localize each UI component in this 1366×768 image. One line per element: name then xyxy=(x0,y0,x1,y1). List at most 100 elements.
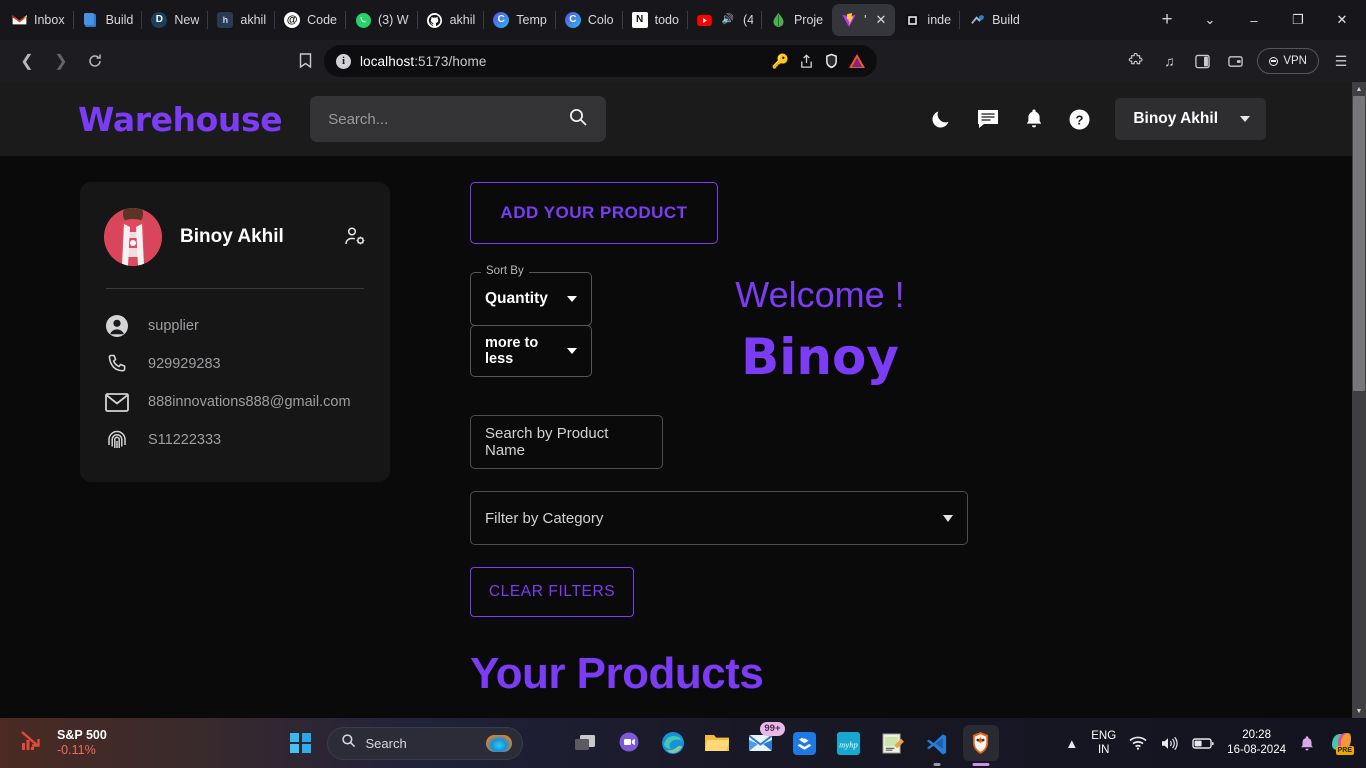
copilot-icon[interactable]: PRE xyxy=(1328,731,1354,755)
browser-tab[interactable]: @ Code xyxy=(275,4,346,36)
search-icon[interactable] xyxy=(568,107,588,132)
browser-tab[interactable]: Inbox xyxy=(2,4,74,36)
brave-icon[interactable] xyxy=(963,725,999,761)
site-info-icon[interactable]: i xyxy=(336,54,351,69)
app-header: Warehouse Search... xyxy=(0,82,1352,156)
url-text: localhost:5173/home xyxy=(360,54,487,69)
app-header-actions: ? Binoy Akhil xyxy=(930,98,1352,140)
edge-icon[interactable] xyxy=(655,725,691,761)
stock-change: -0.11% xyxy=(57,743,107,758)
page-scrollbar[interactable]: ▲ ▼ xyxy=(1352,82,1366,718)
maximize-button[interactable]: ❐ xyxy=(1276,1,1320,39)
browser-tab[interactable]: C Temp xyxy=(484,4,556,36)
browser-tab[interactable]: 🔊 (4 xyxy=(688,4,762,36)
notifications-icon[interactable] xyxy=(1024,108,1044,130)
product-name-search-input[interactable]: Search by Product Name xyxy=(470,415,663,469)
browser-tab[interactable]: N todo xyxy=(623,4,688,36)
products-heading: Your Products xyxy=(470,649,990,699)
mail-badge: 99+ xyxy=(760,722,784,736)
brave-shields-icon[interactable] xyxy=(824,53,839,69)
browser-tab[interactable]: (3) W xyxy=(346,4,418,36)
music-icon[interactable]: ♫ xyxy=(1154,46,1184,76)
myhp-icon[interactable]: myhp xyxy=(831,725,867,761)
share-icon[interactable] xyxy=(799,54,814,69)
copilot-pre-badge: PRE xyxy=(1336,746,1354,755)
volume-icon[interactable] xyxy=(1160,736,1179,751)
show-hidden-icons-icon[interactable]: ▲ xyxy=(1065,736,1078,751)
sidebar-icon[interactable] xyxy=(1187,46,1217,76)
file-explorer-icon[interactable] xyxy=(699,725,735,761)
wifi-icon[interactable] xyxy=(1129,736,1147,750)
browser-tab[interactable]: C Colo xyxy=(556,4,623,36)
browser-tab[interactable]: Proje xyxy=(762,4,832,36)
taskbar-search-placeholder: Search xyxy=(366,736,407,751)
browser-tab-active[interactable]: ' ✕ xyxy=(832,4,895,36)
language-indicator[interactable]: ENG IN xyxy=(1091,729,1116,757)
scroll-up-arrow-icon[interactable]: ▲ xyxy=(1352,82,1366,96)
browser-tab[interactable]: D New xyxy=(142,4,208,36)
start-button-icon[interactable] xyxy=(290,733,311,754)
help-icon[interactable]: ? xyxy=(1068,108,1091,131)
language-line1: ENG xyxy=(1091,729,1116,743)
sort-order-value: more to less xyxy=(485,335,567,367)
tab-label: Build xyxy=(992,13,1020,27)
app-icon xyxy=(969,12,985,28)
clock[interactable]: 20:28 16-08-2024 xyxy=(1227,728,1286,758)
task-view-icon[interactable] xyxy=(567,725,603,761)
messages-icon[interactable] xyxy=(976,108,1000,130)
scroll-down-arrow-icon[interactable]: ▼ xyxy=(1352,704,1366,718)
close-window-button[interactable]: ✕ xyxy=(1320,1,1364,39)
profile-info-row: 888innovations888@gmail.com xyxy=(104,383,366,421)
dropbox-icon[interactable] xyxy=(787,725,823,761)
forward-icon[interactable]: ❯ xyxy=(44,44,78,78)
extensions-icon[interactable] xyxy=(1121,46,1151,76)
back-icon[interactable]: ❮ xyxy=(10,44,44,78)
wallet-icon[interactable] xyxy=(1220,46,1250,76)
vpn-button[interactable]: VPN xyxy=(1257,48,1319,74)
phone-icon xyxy=(104,353,130,375)
tab-label: akhil xyxy=(240,13,266,27)
edit-user-icon[interactable] xyxy=(344,226,366,248)
close-icon[interactable]: ✕ xyxy=(876,12,887,28)
clear-filters-button[interactable]: CLEAR FILTERS xyxy=(470,567,634,617)
sort-by-select[interactable]: Sort By Quantity xyxy=(470,272,592,326)
taskbar-search[interactable]: Search xyxy=(327,727,523,760)
sort-order-select[interactable]: more to less xyxy=(470,325,592,377)
reload-icon[interactable] xyxy=(78,44,112,78)
sort-by-legend: Sort By xyxy=(481,265,529,277)
notification-bell-icon[interactable] xyxy=(1299,735,1315,752)
welcome-text: Welcome ! xyxy=(650,274,990,316)
scrollbar-thumb[interactable] xyxy=(1353,96,1365,391)
category-filter-select[interactable]: Filter by Category xyxy=(470,491,968,545)
bat-token-icon[interactable] xyxy=(849,54,865,68)
browser-tab[interactable]: Build xyxy=(74,4,143,36)
vscode-icon[interactable] xyxy=(919,725,955,761)
add-product-button[interactable]: ADD YOUR PRODUCT xyxy=(470,182,718,244)
dark-mode-icon[interactable] xyxy=(930,108,952,130)
stocks-widget[interactable]: S&P 500 -0.11% xyxy=(0,728,290,758)
clock-time: 20:28 xyxy=(1227,728,1286,743)
mail-icon[interactable]: 99+ xyxy=(743,725,779,761)
browser-tab[interactable]: h akhil xyxy=(208,4,275,36)
main-content: ADD YOUR PRODUCT Sort By Quantity more t… xyxy=(470,182,990,718)
browser-toolbar: ❮ ❯ i localhost:5173/home 🔑 xyxy=(0,40,1366,82)
search-input[interactable]: Search... xyxy=(310,96,606,142)
person-icon xyxy=(104,314,130,338)
docs-icon xyxy=(83,12,99,28)
bookmark-icon[interactable] xyxy=(290,53,320,69)
screen: Inbox Build D New h akhil @ Code (3) W xyxy=(0,0,1366,768)
menu-icon[interactable]: ☰ xyxy=(1326,46,1356,76)
browser-tab[interactable]: Build xyxy=(960,4,1029,36)
address-bar[interactable]: i localhost:5173/home 🔑 xyxy=(324,45,877,77)
password-key-icon[interactable]: 🔑 xyxy=(772,53,789,70)
browser-tab[interactable]: akhil xyxy=(418,4,485,36)
new-tab-button[interactable]: + xyxy=(1152,5,1182,35)
tab-search-button[interactable]: ⌄ xyxy=(1188,1,1232,39)
leaf-icon xyxy=(771,12,787,28)
user-menu-button[interactable]: Binoy Akhil xyxy=(1115,98,1266,140)
minimize-button[interactable]: – xyxy=(1232,1,1276,39)
battery-icon[interactable] xyxy=(1192,737,1214,750)
teams-icon[interactable] xyxy=(611,725,647,761)
sticky-notes-icon[interactable] xyxy=(875,725,911,761)
browser-tab[interactable]: inde xyxy=(895,4,960,36)
